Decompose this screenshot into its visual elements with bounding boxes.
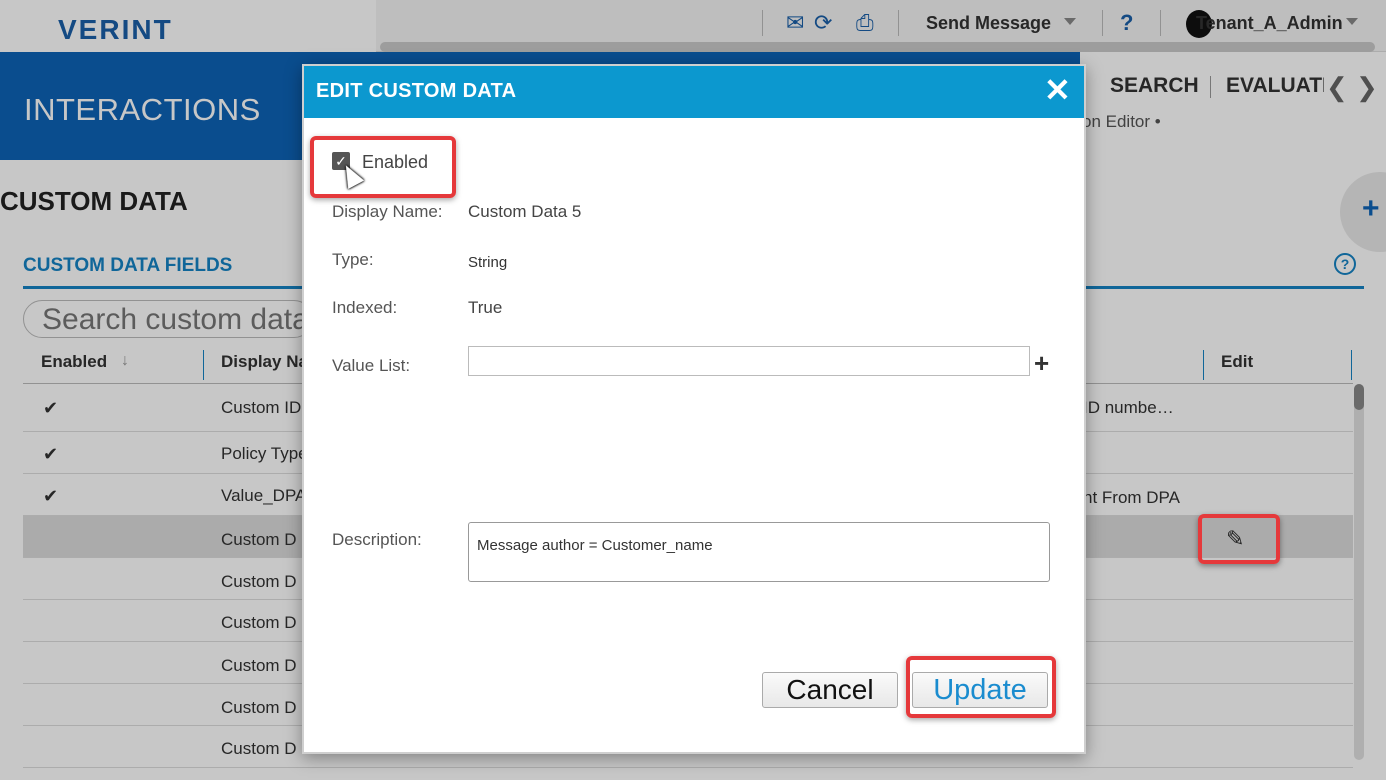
type-value: String bbox=[468, 254, 508, 271]
pencil-icon: ✎ bbox=[1226, 526, 1245, 551]
edit-button[interactable]: ✎ bbox=[1198, 514, 1280, 564]
dialog-header: EDIT CUSTOM DATA ✕ bbox=[304, 66, 1084, 118]
type-label: Type: bbox=[332, 250, 374, 269]
display-name-label: Display Name: bbox=[332, 202, 443, 221]
display-name-value: Custom Data 5 bbox=[468, 202, 582, 221]
enabled-label[interactable]: Enabled bbox=[362, 152, 428, 173]
description-text: Message author = Customer_name bbox=[477, 537, 713, 554]
value-list-label: Value List: bbox=[332, 356, 411, 375]
description-label: Description: bbox=[332, 530, 422, 549]
close-icon[interactable]: ✕ bbox=[1044, 74, 1071, 106]
dialog-title: EDIT CUSTOM DATA bbox=[316, 80, 517, 102]
edit-custom-data-dialog: EDIT CUSTOM DATA ✕ ✓ Enabled Display Nam… bbox=[302, 64, 1086, 754]
plus-icon[interactable]: + bbox=[1034, 350, 1049, 376]
cancel-button[interactable]: Cancel bbox=[762, 672, 898, 708]
indexed-label: Indexed: bbox=[332, 298, 398, 317]
description-textarea[interactable]: Message author = Customer_name bbox=[468, 522, 1050, 582]
indexed-value: True bbox=[468, 298, 503, 317]
update-button[interactable]: Update bbox=[912, 672, 1048, 708]
value-list-input[interactable] bbox=[468, 346, 1030, 376]
